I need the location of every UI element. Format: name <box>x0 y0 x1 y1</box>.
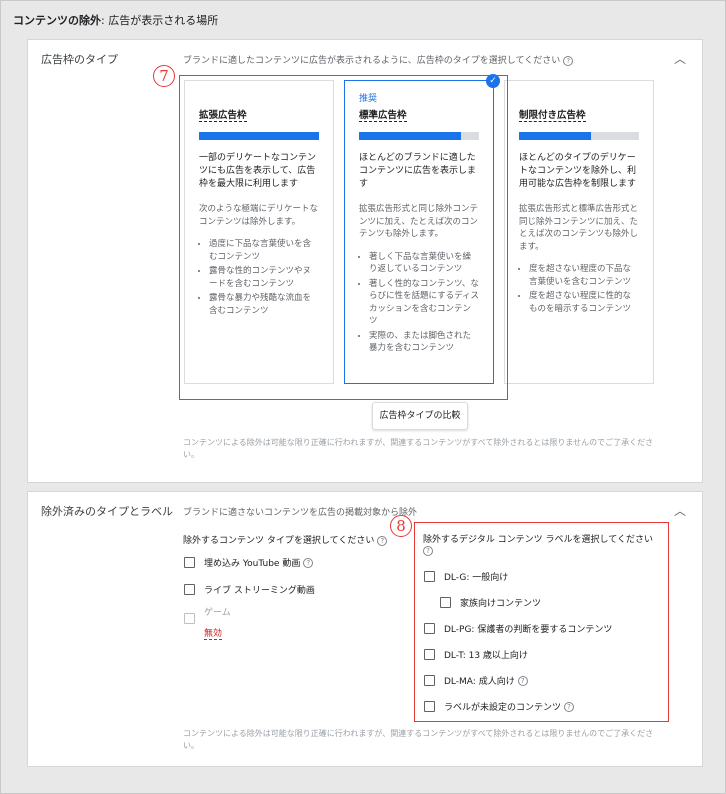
checkbox-label: ゲーム <box>204 608 231 618</box>
tile-bullets: 度を超さない程度の下品な言葉使いを含むコンテンツ 度を超さない程度に性的なものを… <box>519 263 639 315</box>
help-icon[interactable]: ? <box>517 675 528 686</box>
checkbox[interactable] <box>440 597 451 608</box>
help-icon[interactable]: ? <box>377 535 388 546</box>
recommended-label <box>519 91 639 103</box>
checkbox-label: 埋め込み YouTube 動画 <box>204 559 301 569</box>
checkbox[interactable] <box>184 584 195 595</box>
label-unlabeled[interactable]: ラベルが未設定のコンテンツ? <box>424 700 575 713</box>
section-title-rest: : 広告が表示される場所 <box>101 14 219 27</box>
chevron-up-icon[interactable]: ︿ <box>674 50 686 67</box>
checkbox[interactable] <box>184 557 195 568</box>
checkbox-label: DL-T: 13 歳以上向け <box>444 651 528 661</box>
excluded-types-description: ブランドに適さないコンテンツを広告の掲載対象から除外 <box>183 508 418 518</box>
tile-detail: 拡張広告形式と標準広告形式と同じ除外コンテンツに加え、たとえば次のコンテンツも除… <box>519 204 639 252</box>
excluded-types-card: 除外済みのタイプとラベル ブランドに適さないコンテンツを広告の掲載対象から除外 … <box>27 491 703 767</box>
tile-bullet: 度を超さない程度に性的なものを暗示するコンテンツ <box>529 290 639 315</box>
content-type-embedded-youtube[interactable]: 埋め込み YouTube 動画? <box>184 556 314 569</box>
invalid-label: 無効 <box>204 626 223 640</box>
help-icon[interactable]: ? <box>564 701 575 712</box>
inventory-type-description-text: ブランドに適したコンテンツに広告が表示されるように、広告枠のタイプを選択してくだ… <box>183 56 561 66</box>
help-icon[interactable]: ? <box>563 55 574 66</box>
annotation-box-7 <box>179 75 508 400</box>
content-types-heading-text: 除外するコンテンツ タイプを選択してください <box>183 536 375 546</box>
section-header: コンテンツの除外: 広告が表示される場所 <box>13 12 218 28</box>
coverage-fill <box>519 132 591 140</box>
checkbox-label: DL-G: 一般向け <box>444 573 509 583</box>
labels-heading: 除外するデジタル コンテンツ ラベルを選択してください <box>423 532 653 545</box>
checkbox[interactable] <box>424 649 435 660</box>
checkbox[interactable] <box>424 701 435 712</box>
content-types-heading: 除外するコンテンツ タイプを選択してください? <box>183 533 388 546</box>
help-icon[interactable]: ? <box>303 557 314 568</box>
coverage-bar <box>519 132 639 140</box>
tile-name: 制限付き広告枠 <box>519 107 586 122</box>
inventory-type-description: ブランドに適したコンテンツに広告が表示されるように、広告枠のタイプを選択してくだ… <box>183 53 574 66</box>
checkbox[interactable] <box>424 623 435 634</box>
inventory-note: コンテンツによる除外は可能な限り正確に行われますが、関連するコンテンツがすべて除… <box>183 438 654 459</box>
annotation-number-7: 7 <box>153 62 175 87</box>
inventory-type-title: 広告枠のタイプ <box>41 53 118 66</box>
labels-heading-text: 除外するデジタル コンテンツ ラベルを選択してください <box>423 535 654 545</box>
inventory-type-card: 広告枠のタイプ ブランドに適したコンテンツに広告が表示されるように、広告枠のタイ… <box>27 39 703 483</box>
checkbox-label: 家族向けコンテンツ <box>460 599 542 609</box>
section-title-bold: コンテンツの除外 <box>13 14 101 27</box>
inventory-tile-limited[interactable]: 制限付き広告枠 ほとんどのタイプのデリケートなコンテンツを除外し、利用可能な広告… <box>504 80 654 384</box>
page-frame: コンテンツの除外: 広告が表示される場所 広告枠のタイプ ブランドに適したコンテ… <box>0 0 726 794</box>
checkbox-label: DL-MA: 成人向け <box>444 677 515 687</box>
label-dl-pg[interactable]: DL-PG: 保護者の判断を要するコンテンツ <box>424 622 612 635</box>
content-type-games: ゲーム <box>184 608 231 625</box>
label-dl-t[interactable]: DL-T: 13 歳以上向け <box>424 648 528 661</box>
annotation-number-8: 8 <box>390 512 412 537</box>
tile-bullet: 度を超さない程度の下品な言葉使いを含むコンテンツ <box>529 263 639 288</box>
tile-summary: ほとんどのタイプのデリケートなコンテンツを除外し、利用可能な広告枠を制限します <box>519 153 637 189</box>
excluded-note: コンテンツによる除外は可能な限り正確に行われますが、関連するコンテンツがすべて除… <box>183 729 654 750</box>
chevron-up-icon[interactable]: ︿ <box>674 502 686 519</box>
checkbox[interactable] <box>424 675 435 686</box>
checkbox[interactable] <box>424 571 435 582</box>
label-dl-g[interactable]: DL-G: 一般向け <box>424 570 508 583</box>
compare-inventory-button[interactable]: 広告枠タイプの比較 <box>372 402 468 430</box>
label-dl-ma[interactable]: DL-MA: 成人向け? <box>424 674 528 687</box>
help-icon[interactable]: ? <box>423 546 433 556</box>
checkbox-label: ラベルが未設定のコンテンツ <box>444 703 562 713</box>
checkbox-label: DL-PG: 保護者の判断を要するコンテンツ <box>444 625 613 635</box>
checkbox-disabled <box>184 613 195 624</box>
checkbox-label: ライブ ストリーミング動画 <box>204 586 315 596</box>
label-family[interactable]: 家族向けコンテンツ <box>440 596 541 609</box>
content-type-live-streaming[interactable]: ライブ ストリーミング動画 <box>184 583 315 596</box>
excluded-types-title: 除外済みのタイプとラベル <box>41 505 173 518</box>
